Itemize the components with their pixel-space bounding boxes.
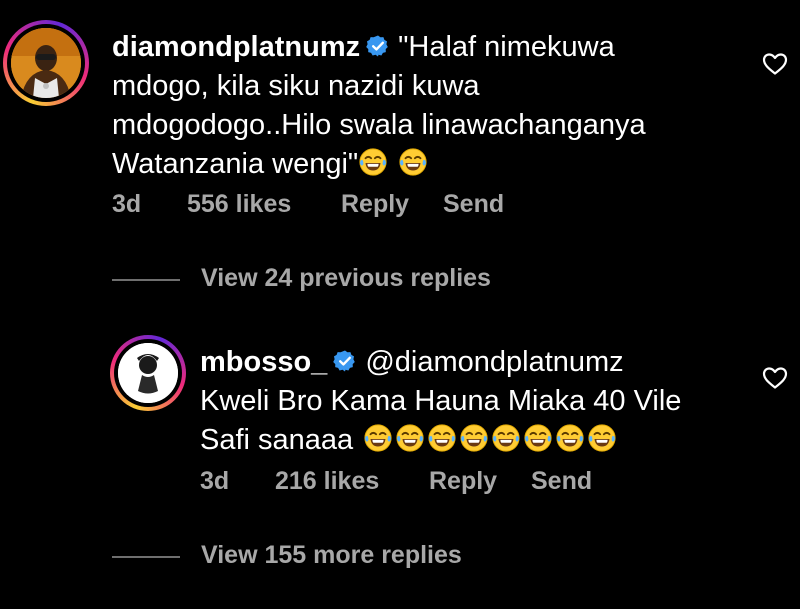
tears-of-joy-emoji-icon: [459, 423, 489, 453]
view-more-replies[interactable]: View 155 more replies: [0, 537, 800, 577]
tears-of-joy-emoji-icon: [523, 423, 553, 453]
mention[interactable]: @diamondplatnumz: [365, 346, 623, 378]
comment-line: Kweli Bro Kama Hauna Miaka 40 Vile: [200, 385, 682, 417]
comment-actions: 3d 556 likes Reply Send: [0, 190, 800, 222]
avatar-image: [11, 28, 81, 98]
comment-line: Watanzania wengi": [112, 148, 359, 180]
comment-line: mdogodogo..Hilo swala linawachanganya: [112, 109, 646, 141]
heart-outline-icon[interactable]: [762, 52, 788, 76]
comment-line: Safi sanaaa: [200, 424, 354, 456]
username[interactable]: mbosso_: [200, 346, 327, 378]
comment-text: mbosso_ @diamondplatnumz Kweli Bro Kama H…: [200, 343, 760, 460]
tears-of-joy-emoji-icon: [358, 147, 388, 177]
view-more-replies-label[interactable]: View 155 more replies: [201, 541, 462, 570]
timestamp: 3d: [112, 190, 142, 218]
comment-actions: 3d 216 likes Reply Send: [0, 467, 800, 499]
tears-of-joy-emoji-icon: [363, 423, 393, 453]
comment-line: "Halaf nimekuwa: [398, 31, 615, 63]
avatar[interactable]: [118, 343, 178, 403]
likes-count[interactable]: 216 likes: [275, 467, 379, 496]
tears-of-joy-emoji-icon: [555, 423, 585, 453]
comment-line: mdogo, kila siku nazidi kuwa: [112, 70, 480, 102]
comment-text: diamondplatnumz "Halaf nimekuwa mdogo, ki…: [112, 28, 752, 184]
avatar-image: [118, 343, 178, 403]
timestamp: 3d: [200, 467, 230, 495]
tears-of-joy-emoji-icon: [587, 423, 617, 453]
likes-count[interactable]: 556 likes: [187, 190, 291, 219]
divider: [112, 279, 180, 281]
username[interactable]: diamondplatnumz: [112, 31, 360, 63]
view-previous-replies-label[interactable]: View 24 previous replies: [201, 264, 491, 293]
send-button[interactable]: Send: [531, 467, 592, 496]
avatar[interactable]: [11, 28, 81, 98]
divider: [112, 556, 180, 558]
emoji-group: [363, 424, 619, 456]
tears-of-joy-emoji-icon: [395, 423, 425, 453]
tears-of-joy-emoji-icon: [491, 423, 521, 453]
heart-outline-icon[interactable]: [762, 366, 788, 390]
verified-badge-icon: [366, 34, 390, 58]
view-previous-replies[interactable]: View 24 previous replies: [0, 260, 800, 300]
tears-of-joy-emoji-icon: [427, 423, 457, 453]
tears-of-joy-emoji-icon: [398, 147, 428, 177]
reply-button[interactable]: Reply: [429, 467, 497, 496]
reply-button[interactable]: Reply: [341, 190, 409, 219]
verified-badge-icon: [333, 349, 357, 373]
send-button[interactable]: Send: [443, 190, 504, 219]
